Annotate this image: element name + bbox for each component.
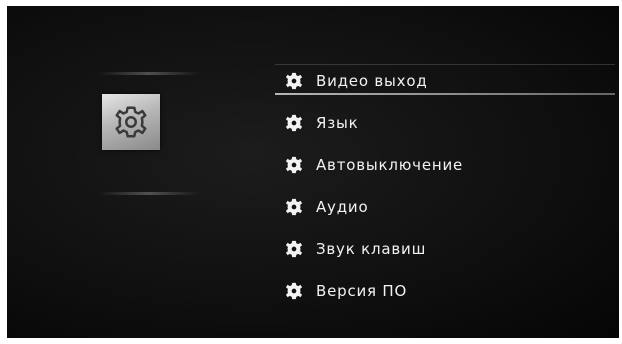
- settings-menu: Видео выход Язык Автовыключение Аудио Зв…: [275, 60, 615, 312]
- menu-item-auto-power-off[interactable]: Автовыключение: [275, 144, 615, 186]
- menu-item-audio[interactable]: Аудио: [275, 186, 615, 228]
- menu-item-video-output[interactable]: Видео выход: [275, 60, 615, 102]
- menu-item-software-version[interactable]: Версия ПО: [275, 270, 615, 312]
- menu-item-label: Видео выход: [316, 72, 428, 90]
- menu-item-label: Автовыключение: [316, 156, 464, 174]
- settings-category-tile[interactable]: [102, 94, 160, 150]
- menu-item-label: Аудио: [316, 198, 369, 216]
- gear-icon: [284, 113, 304, 133]
- gear-icon: [284, 155, 304, 175]
- menu-item-label: Звук клавиш: [316, 240, 427, 258]
- tv-screen: Видео выход Язык Автовыключение Аудио Зв…: [7, 6, 619, 338]
- settings-gear-icon: [112, 103, 150, 141]
- menu-item-label: Язык: [316, 114, 359, 132]
- menu-item-language[interactable]: Язык: [275, 102, 615, 144]
- gear-icon: [284, 71, 304, 91]
- menu-item-key-sound[interactable]: Звук клавиш: [275, 228, 615, 270]
- gear-icon: [284, 281, 304, 301]
- menu-item-label: Версия ПО: [316, 282, 408, 300]
- panel-glow-bottom: [99, 192, 199, 195]
- gear-icon: [284, 239, 304, 259]
- panel-glow-top: [99, 72, 199, 75]
- gear-icon: [284, 197, 304, 217]
